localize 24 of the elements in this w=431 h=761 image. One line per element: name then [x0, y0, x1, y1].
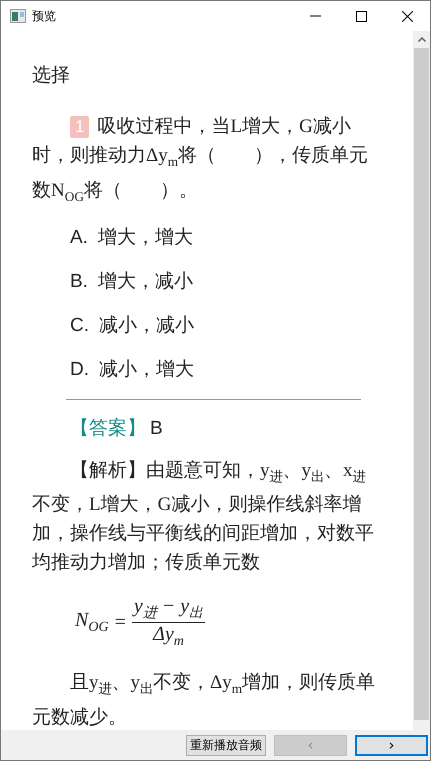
maximize-icon[interactable] [356, 10, 366, 22]
window-title: 预览 [32, 8, 57, 24]
app-icon [10, 9, 26, 23]
option-letter: B. [70, 270, 88, 294]
analysis-text: 【解析】由题意可知，y$_{进}$、y$_{出}$、x$_{进}$不变，L增大，G减小，则操作线斜率增加，操作线与平衡线的间距增加，对数平均推动力增加；传质单元数 [32, 458, 375, 576]
close-icon[interactable] [402, 10, 412, 22]
option-text: 增大，增大 [98, 226, 193, 250]
option-text: 减小，减小 [99, 314, 194, 338]
conclusion-text: 且y$_{进}$、y$_{出}$不变，Δy$_{m}$增加，则传质单元数减少。 [32, 671, 376, 730]
formula: N$_{OG}$ = y$_{进}$ − y$_{出}$ Δy$_{m}$ [75, 595, 206, 650]
section-title: 选择 [32, 64, 71, 88]
answer-value: B [150, 416, 163, 441]
next-button[interactable]: › [355, 734, 428, 756]
minimize-icon[interactable] [310, 15, 320, 17]
option-text: 减小，增大 [99, 358, 194, 382]
question-text: 1 吸收过程中，当L增大，G减小时，则推动力Δy$_{m}$将（ ），传质单元数N$_{OG}$将（ ）。 [32, 115, 370, 206]
replay-audio-button[interactable]: 重新播放音频 [186, 734, 266, 756]
question-number: 1 [70, 116, 90, 138]
scrollbar[interactable] [413, 31, 430, 730]
option-letter: C. [70, 314, 89, 338]
option-letter: D. [70, 358, 89, 382]
answer-label: 【答案】 [70, 416, 146, 441]
option-letter: A. [70, 226, 88, 250]
option-text: 增大，减小 [98, 270, 193, 294]
